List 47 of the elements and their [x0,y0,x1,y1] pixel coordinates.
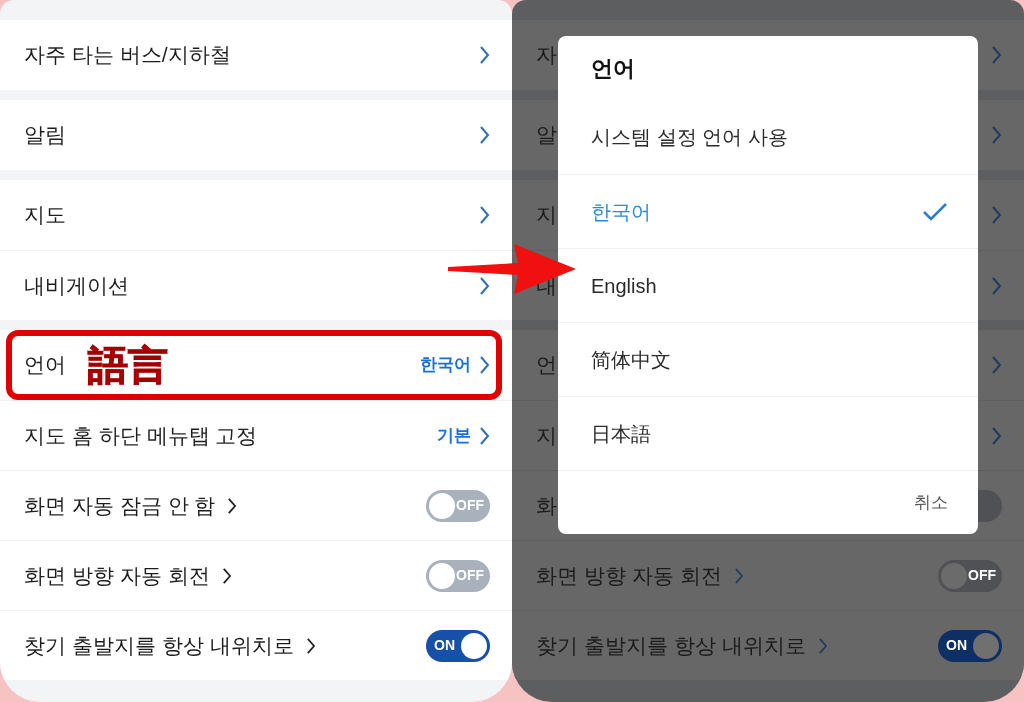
chevron-right-icon [227,496,238,515]
setting-value: 한국어 [420,354,471,377]
language-option[interactable]: 시스템 설정 언어 사용 [558,100,978,174]
chevron-right-icon [479,45,490,65]
setting-label: 알 [536,122,557,149]
chevron-right-icon [479,425,490,446]
setting-label: 지도 [24,202,66,229]
setting-label: 지 [536,422,557,449]
chevron-right-icon [991,425,1002,446]
language-option[interactable]: 简体中文 [558,322,978,396]
cancel-button[interactable]: 취소 [914,485,948,520]
chevron-right-icon [479,125,490,145]
dialog-title: 언어 [590,54,636,83]
chevron-right-icon [991,205,1002,225]
setting-label: 자 [536,42,557,69]
setting-label: 지 [536,202,557,229]
language-option[interactable]: 한국어 [558,174,978,248]
language-option[interactable]: 日本語 [558,396,978,470]
setting-label: 찾기 출발지를 항상 내위치로 [24,632,294,659]
chevron-right-icon [817,636,828,655]
annotation-label: 語言 [88,345,168,385]
setting-label: 알림 [24,122,66,149]
setting-label: 자주 타는 버스/지하철 [24,42,231,69]
chevron-right-icon [991,275,1002,296]
chevron-right-icon [479,275,490,296]
chevron-right-icon [991,125,1002,145]
checkmark-icon [922,201,948,222]
setting-label: 화 [536,492,557,519]
setting-label: 화면 방향 자동 회전 [536,562,722,589]
setting-label: 지도 홈 하단 메뉴탭 고정 [24,422,258,449]
setting-label: 화면 자동 잠금 안 함 [24,492,216,519]
chevron-right-icon [221,566,232,585]
chevron-right-icon [305,636,316,655]
setting-value: 기본 [437,424,471,447]
setting-label: 내비게이션 [24,272,129,299]
setting-label: 언어 [24,352,66,379]
setting-label: 찾기 출발지를 항상 내위치로 [536,632,806,659]
setting-label: 언 [536,352,557,379]
chevron-right-icon [733,566,744,585]
chevron-right-icon [991,355,1002,375]
toggle-switch[interactable]: ON [426,629,490,662]
toggle-switch[interactable]: OFF [938,559,1002,592]
toggle-switch[interactable]: ON [938,629,1002,662]
chevron-right-icon [479,205,490,225]
chevron-right-icon [991,45,1002,65]
chevron-right-icon [479,355,490,375]
setting-label: 화면 방향 자동 회전 [24,562,210,589]
